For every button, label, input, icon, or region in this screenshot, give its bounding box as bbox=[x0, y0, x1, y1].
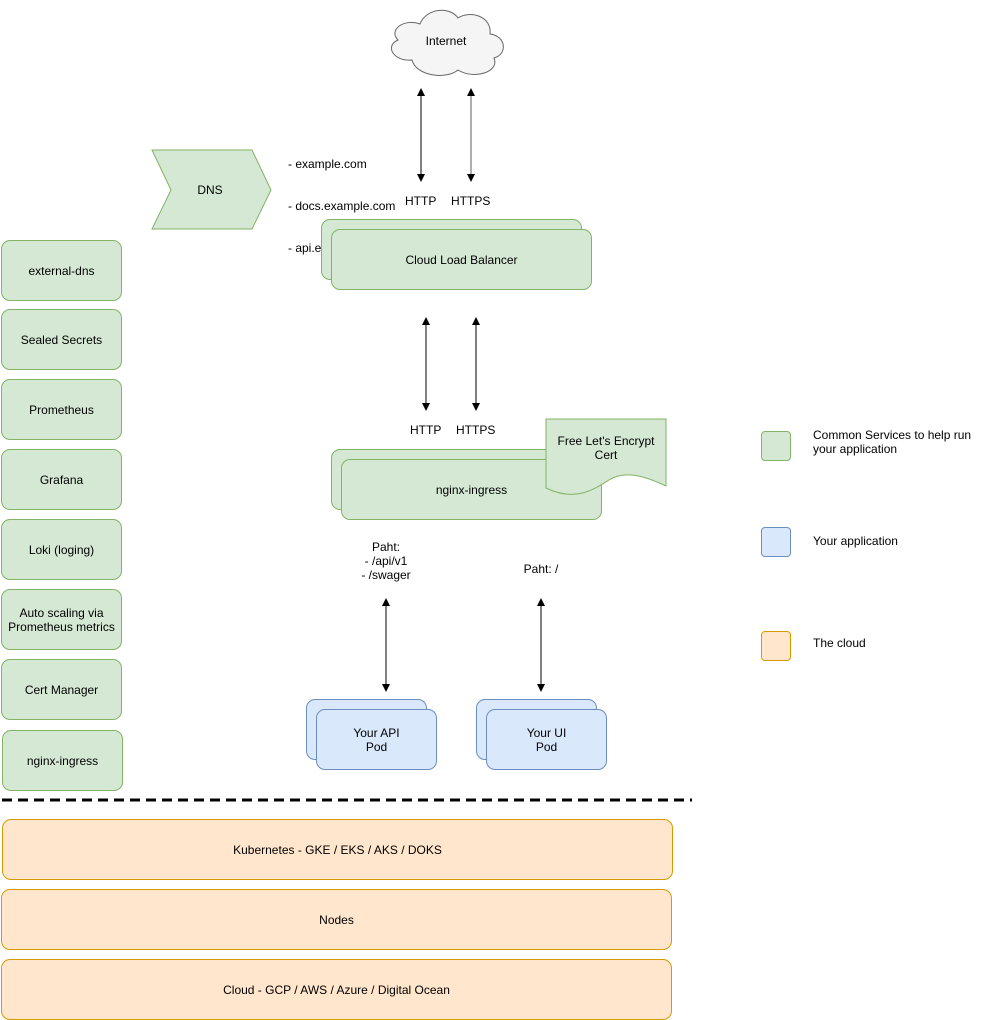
legend-swatch-common bbox=[761, 431, 791, 461]
service-label: Cert Manager bbox=[24, 682, 99, 697]
service-grafana[interactable]: Grafana bbox=[1, 449, 122, 510]
cert-label: Free Let's Encrypt Cert bbox=[557, 434, 655, 462]
layer-label: Nodes bbox=[319, 912, 354, 927]
layer-nodes[interactable]: Nodes bbox=[1, 889, 672, 950]
load-balancer-label: Cloud Load Balancer bbox=[405, 252, 518, 267]
service-label: Sealed Secrets bbox=[20, 332, 103, 347]
service-sealed-secrets[interactable]: Sealed Secrets bbox=[1, 309, 122, 370]
load-balancer-box[interactable]: Cloud Load Balancer bbox=[331, 229, 592, 290]
api-pod-label: Your API Pod bbox=[353, 725, 400, 754]
service-auto-scaling[interactable]: Auto scaling via Prometheus metrics bbox=[1, 589, 122, 650]
service-external-dns[interactable]: external-dns bbox=[1, 240, 122, 301]
legend-swatch-cloud bbox=[761, 631, 791, 661]
service-cert-manager[interactable]: Cert Manager bbox=[1, 659, 122, 720]
service-label: external-dns bbox=[28, 263, 95, 278]
layer-label: Cloud - GCP / AWS / Azure / Digital Ocea… bbox=[223, 982, 450, 997]
service-nginx-ingress[interactable]: nginx-ingress bbox=[2, 730, 123, 791]
api-pod-box[interactable]: Your API Pod bbox=[316, 709, 437, 770]
layer-cloud[interactable]: Cloud - GCP / AWS / Azure / Digital Ocea… bbox=[1, 959, 672, 1020]
legend-label-application: Your application bbox=[813, 534, 898, 548]
dns-label: DNS bbox=[197, 183, 223, 197]
lb-protocol-https: HTTPS bbox=[451, 194, 491, 208]
layer-kubernetes[interactable]: Kubernetes - GKE / EKS / AKS / DOKS bbox=[2, 819, 673, 880]
ingress-protocol-http: HTTP bbox=[410, 423, 442, 437]
layer-label: Kubernetes - GKE / EKS / AKS / DOKS bbox=[233, 842, 442, 857]
service-label: Prometheus bbox=[29, 402, 94, 417]
dns-domain: - example.com bbox=[288, 157, 367, 171]
service-label: Loki (loging) bbox=[28, 542, 95, 557]
legend-label-common: Common Services to help run your applica… bbox=[813, 428, 972, 456]
service-loki[interactable]: Loki (loging) bbox=[1, 519, 122, 580]
service-label: Grafana bbox=[39, 472, 84, 487]
legend-swatch-application bbox=[761, 527, 791, 557]
lb-protocol-http: HTTP bbox=[405, 194, 437, 208]
ui-pod-label: Your UI Pod bbox=[526, 725, 567, 754]
internet-label: Internet bbox=[425, 34, 467, 48]
route-ui-label: Paht: / bbox=[523, 562, 559, 576]
service-prometheus[interactable]: Prometheus bbox=[1, 379, 122, 440]
route-api-label: Paht: - /api/v1 - /swager bbox=[361, 540, 411, 582]
service-label: nginx-ingress bbox=[26, 753, 99, 768]
legend-label-cloud: The cloud bbox=[813, 636, 866, 650]
ingress-protocol-https: HTTPS bbox=[456, 423, 496, 437]
ui-pod-box[interactable]: Your UI Pod bbox=[486, 709, 607, 770]
dns-domain: - docs.example.com bbox=[288, 199, 396, 213]
service-label: Auto scaling via Prometheus metrics bbox=[8, 605, 115, 634]
ingress-label: nginx-ingress bbox=[435, 482, 508, 497]
